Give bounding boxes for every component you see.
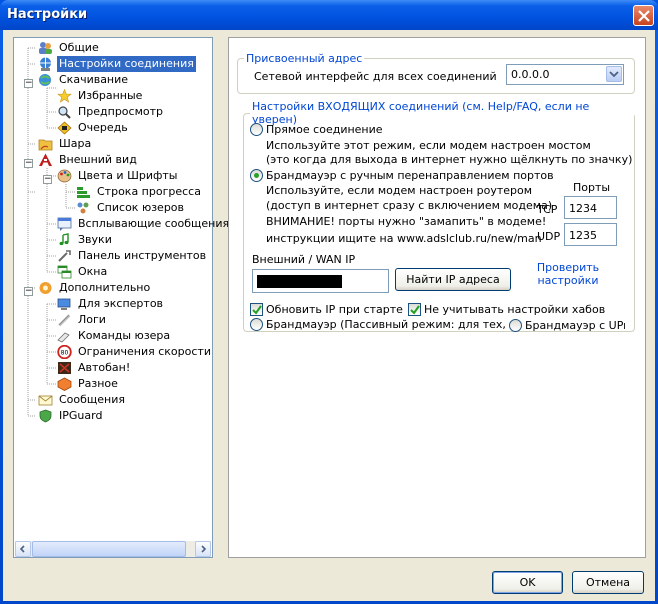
firewall-description-1: Используйте, если модем настроен роутеро… — [266, 184, 533, 197]
close-icon — [638, 10, 650, 22]
checkmark-icon — [410, 305, 420, 315]
scroll-right-button[interactable] — [195, 541, 211, 557]
user-commands-icon — [57, 332, 70, 343]
settings-window: Настройки − − − − Общие Настройки соедин… — [0, 0, 658, 604]
wan-ip-input[interactable] — [252, 269, 389, 293]
network-interface-label: Сетевой интерфейс для всех соединений — [254, 70, 497, 83]
toolbar-icon — [58, 250, 71, 262]
arrow-right-icon — [201, 545, 207, 553]
music-note-icon — [59, 233, 69, 246]
settings-tree[interactable]: − − − − Общие Настройки соединения Скачи… — [13, 37, 229, 558]
ok-button[interactable]: OK — [492, 571, 563, 594]
network-icon — [40, 57, 51, 71]
firewall-manual-label: Брандмауэр с ручным перенаправлением пор… — [266, 169, 554, 182]
ipguard-icon — [39, 409, 52, 423]
network-interface-select[interactable]: 0.0.0.0 — [506, 64, 624, 85]
tree-horizontal-scrollbar[interactable] — [15, 541, 211, 557]
window-title: Настройки — [7, 7, 88, 22]
user-list-icon — [77, 202, 89, 214]
dialog-client-area: − − − − Общие Настройки соединения Скачи… — [3, 30, 655, 601]
direct-connection-radio[interactable] — [250, 123, 263, 136]
firewall-upnp-radio[interactable] — [509, 319, 522, 332]
tcp-port-input[interactable]: 1234 — [564, 196, 617, 219]
wan-ip-label: Внешний / WAN IP — [252, 253, 356, 266]
udp-label: UDP — [537, 230, 561, 243]
share-folder-icon — [38, 139, 53, 151]
ignore-hub-settings-label: Не учитывать настройки хабов — [424, 303, 606, 316]
firewall-upnp-label: Брандмауэр с UPnP ( — [525, 319, 625, 332]
queue-icon — [57, 121, 72, 135]
dropdown-button[interactable] — [606, 66, 622, 82]
update-ip-label: Обновить IP при старте — [266, 303, 403, 316]
cancel-button[interactable]: Отмена — [572, 571, 644, 594]
close-button[interactable] — [633, 5, 654, 26]
check-settings-link[interactable]: Проверить настройки — [533, 261, 603, 287]
popup-icon — [57, 217, 72, 231]
palette-icon — [57, 169, 72, 183]
windows-icon — [57, 265, 72, 279]
preview-icon — [58, 106, 71, 119]
misc-icon — [57, 377, 72, 391]
firewall-manual-radio[interactable] — [250, 169, 263, 182]
update-ip-checkbox[interactable] — [250, 303, 263, 316]
progress-bar-icon — [77, 187, 90, 198]
speed-limit-icon: 80 — [57, 345, 72, 359]
firewall-passive-label: Брандмауэр (Пассивный режим: для тех, — [266, 318, 506, 331]
expander-advanced[interactable]: − — [24, 287, 33, 296]
connection-settings-panel: Присвоенный адрес Сетевой интерфейс для … — [228, 37, 646, 558]
chevron-down-icon — [609, 71, 619, 78]
direct-connection-label: Прямое соединение — [266, 123, 383, 136]
direct-description-2: (это когда для выхода в интернет нужно щ… — [266, 153, 633, 166]
find-ip-button[interactable]: Найти IP адреса — [395, 268, 511, 291]
firewall-description-4: инструкции ищите на www.adslclub.ru/new/… — [266, 232, 542, 245]
scroll-thumb[interactable] — [32, 541, 186, 557]
users-icon — [39, 42, 52, 54]
assigned-address-legend: Присвоенный адрес — [246, 52, 363, 65]
ports-label: Порты — [573, 181, 611, 194]
expander-download[interactable]: − — [24, 79, 33, 88]
appearance-icon — [39, 153, 52, 166]
expert-icon — [57, 298, 71, 310]
title-bar[interactable]: Настройки — [0, 0, 658, 30]
redacted-ip-value — [257, 275, 342, 288]
expander-appearance[interactable]: − — [24, 159, 33, 168]
arrow-left-icon — [19, 545, 25, 553]
advanced-icon — [39, 282, 52, 294]
star-icon — [57, 89, 72, 103]
autoban-icon — [58, 362, 71, 374]
direct-description-1: Используйте этот режим, если модем настр… — [266, 139, 591, 152]
firewall-passive-radio[interactable] — [250, 318, 263, 331]
tcp-label: TCP — [537, 203, 558, 216]
scroll-left-button[interactable] — [15, 541, 31, 557]
ignore-hub-settings-checkbox[interactable] — [408, 303, 421, 316]
checkmark-icon — [252, 305, 262, 315]
firewall-description-2: (доступ в интернет сразу с включением мо… — [266, 199, 553, 212]
logs-icon — [58, 314, 71, 327]
expander-colors[interactable]: − — [43, 175, 52, 184]
messages-icon — [38, 395, 53, 406]
svg-text:80: 80 — [61, 350, 69, 357]
udp-port-input[interactable]: 1235 — [564, 223, 617, 246]
firewall-description-3: ВНИМАНИЕ! порты нужно "замапить" в модем… — [266, 215, 547, 228]
globe-download-icon — [39, 74, 51, 86]
